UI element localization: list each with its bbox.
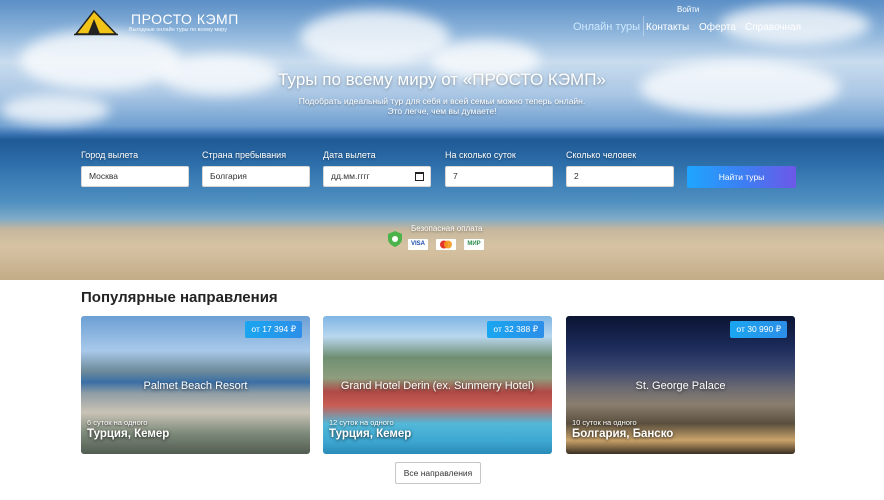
destination-location: Турция, Кемер <box>87 428 170 440</box>
nav-offer[interactable]: Оферта <box>699 22 736 33</box>
date-placeholder: дд.мм.гггг <box>331 171 370 181</box>
brand-name[interactable]: ПРОСТО КЭМП <box>131 11 239 27</box>
hero-subtitle: Подобрать идеальный тур для себя и всей … <box>298 96 586 106</box>
nav-online-tours[interactable]: Онлайн туры <box>573 21 640 33</box>
login-link[interactable]: Войти <box>677 5 699 14</box>
nights-info: 6 суток на одного <box>87 418 148 427</box>
nights-info: 12 суток на одного <box>329 418 394 427</box>
departure-city-label: Город вылета <box>81 150 139 160</box>
all-destinations-button[interactable]: Все направления <box>395 462 481 484</box>
hotel-name: Grand Hotel Derin (ex. Sunmerry Hotel) <box>340 380 535 392</box>
price-badge: от 32 388 ₽ <box>487 321 544 338</box>
hotel-name: St. George Palace <box>635 380 726 392</box>
price-badge: от 30 990 ₽ <box>730 321 787 338</box>
people-field[interactable]: 2 <box>566 166 674 187</box>
secure-payment-label: Безопасная оплата <box>411 224 483 233</box>
nights-info: 10 суток на одного <box>572 418 637 427</box>
cloud-decoration <box>300 10 450 65</box>
destination-card[interactable]: от 32 388 ₽ Grand Hotel Derin (ex. Sunme… <box>323 316 552 454</box>
visa-icon: VISA <box>408 239 428 250</box>
people-label: Сколько человек <box>566 150 637 160</box>
mastercard-icon <box>436 239 456 250</box>
hero-subtitle: Это легче, чем вы думаете! <box>387 106 497 116</box>
nav-divider <box>643 16 644 36</box>
departure-city-field[interactable]: Москва <box>81 166 189 187</box>
find-tours-button[interactable]: Найти туры <box>687 166 796 188</box>
brand-tagline: Выгодные онлайн туры по всему миру <box>129 27 227 33</box>
price-badge: от 17 394 ₽ <box>245 321 302 338</box>
shield-icon <box>388 231 402 247</box>
departure-date-field[interactable]: дд.мм.гггг <box>323 166 431 187</box>
destination-card[interactable]: от 17 394 ₽ Palmet Beach Resort 6 суток … <box>81 316 310 454</box>
country-label: Страна пребывания <box>202 150 287 160</box>
destination-location: Турция, Кемер <box>329 428 412 440</box>
nights-label: На сколько суток <box>445 150 516 160</box>
hero-banner: ПРОСТО КЭМП Выгодные онлайн туры по всем… <box>0 0 884 280</box>
hero-title: Туры по всему миру от «ПРОСТО КЭМП» <box>278 70 606 89</box>
tent-logo-icon[interactable] <box>74 8 118 36</box>
hotel-name: Palmet Beach Resort <box>143 380 248 392</box>
country-field[interactable]: Болгария <box>202 166 310 187</box>
mir-icon: МИР <box>464 239 484 250</box>
nights-field[interactable]: 7 <box>445 166 553 187</box>
destination-location: Болгария, Банско <box>572 428 674 440</box>
destination-card[interactable]: от 30 990 ₽ St. George Palace 10 суток н… <box>566 316 795 454</box>
nav-contacts[interactable]: Контакты <box>646 22 689 33</box>
popular-destinations-title: Популярные направления <box>81 289 278 306</box>
departure-date-label: Дата вылета <box>323 150 376 160</box>
calendar-icon[interactable] <box>415 172 424 181</box>
nav-help[interactable]: Справочная <box>745 22 801 33</box>
